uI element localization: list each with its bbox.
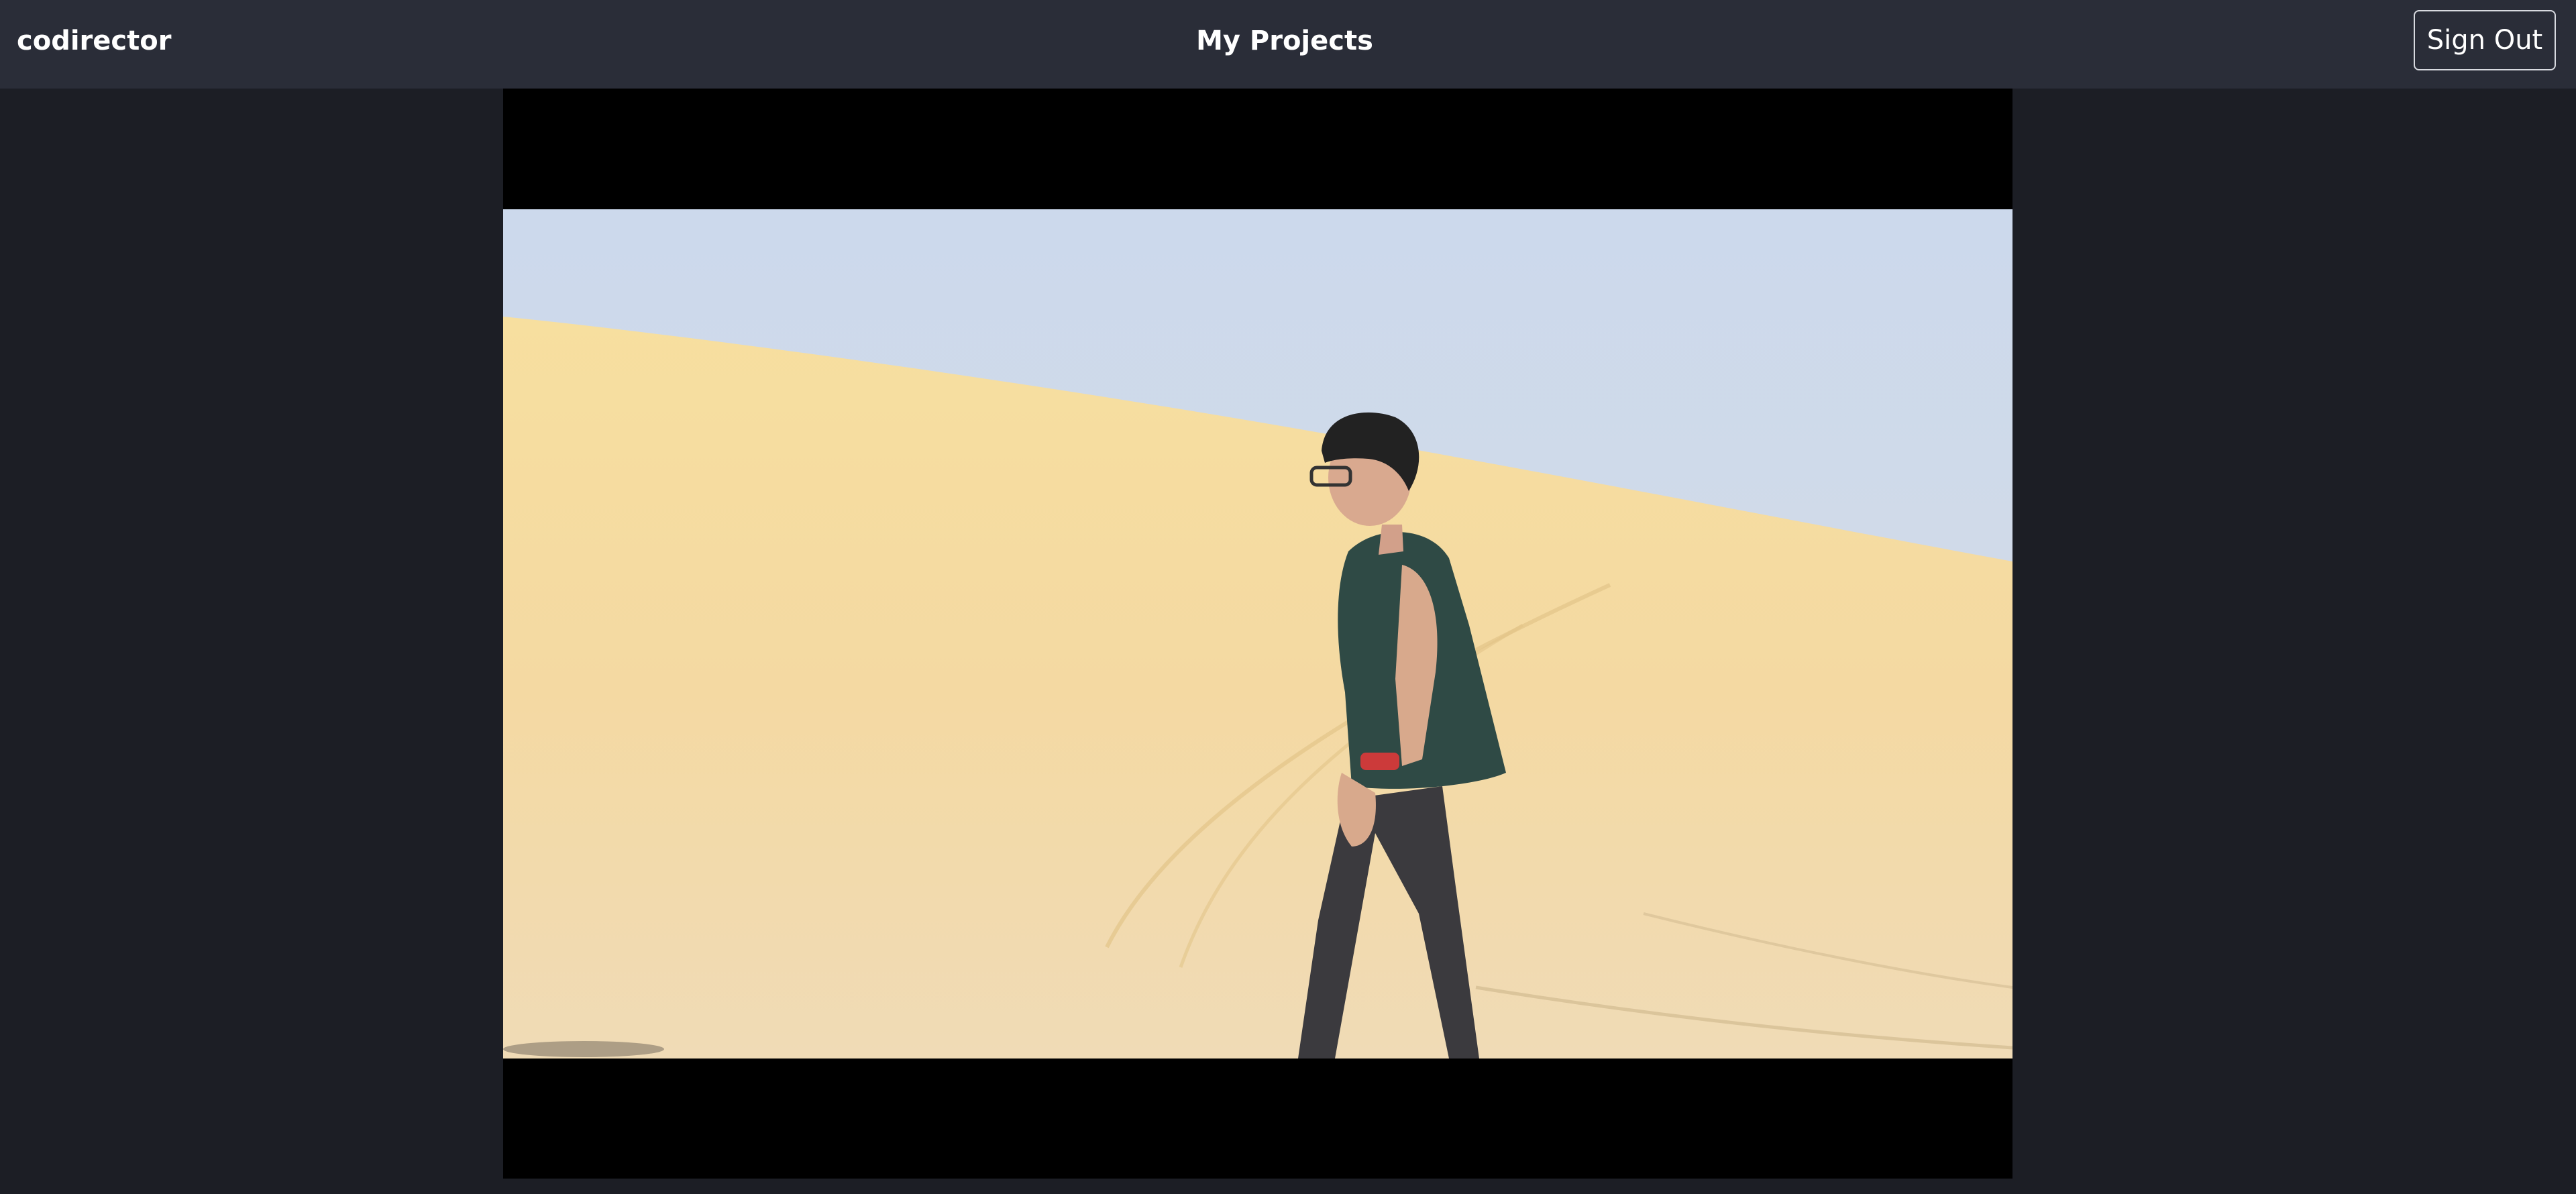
page-title: My Projects bbox=[1196, 25, 1373, 56]
desert-scene-image bbox=[503, 209, 2012, 1059]
sign-out-button[interactable]: Sign Out bbox=[2414, 10, 2556, 70]
video-frame bbox=[503, 209, 2012, 1059]
top-navbar: codirector My Projects Sign Out bbox=[0, 0, 2576, 89]
